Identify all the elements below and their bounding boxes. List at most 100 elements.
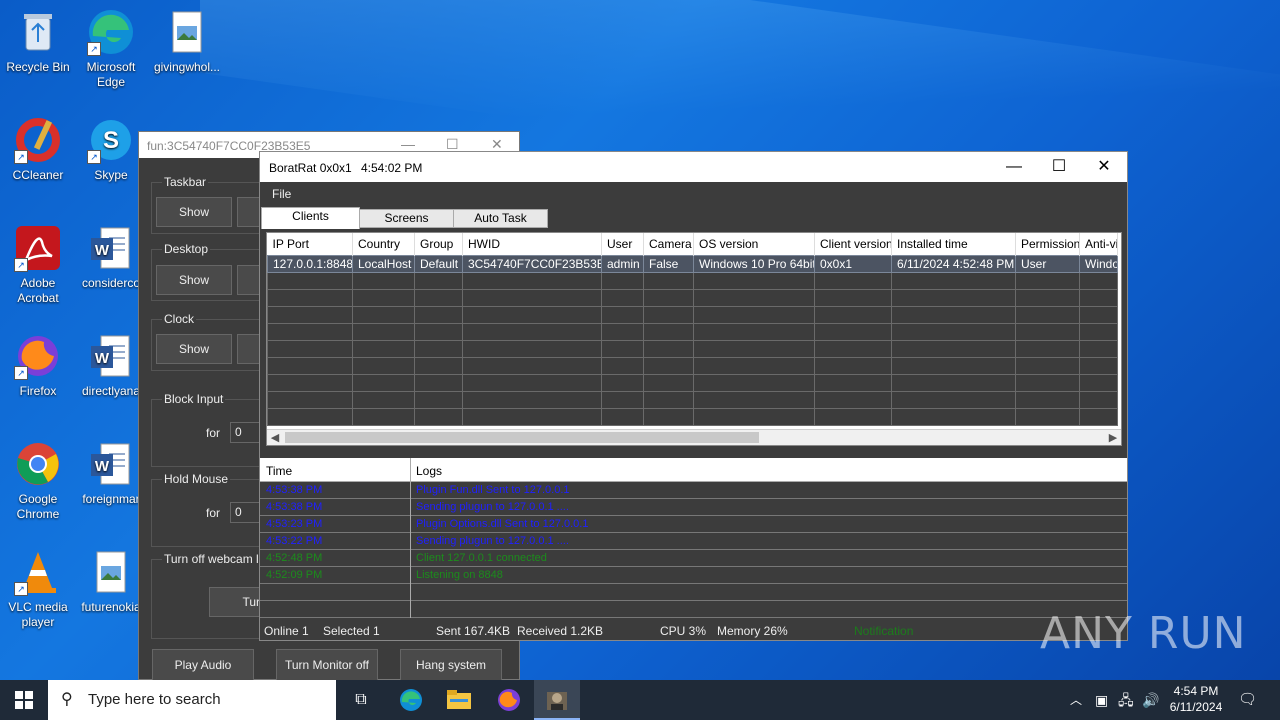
minimize-icon[interactable]: — <box>991 152 1037 182</box>
column-header[interactable]: OS version <box>693 233 815 255</box>
desktop-icon-firefox[interactable]: ↗ Firefox <box>0 332 76 399</box>
recycle-bin-icon <box>14 8 62 56</box>
log-row[interactable]: 4:52:48 PM Client 127.0.0.1 connected <box>260 550 1127 567</box>
table-cell <box>352 373 415 392</box>
status-notification[interactable]: Notification <box>854 624 913 638</box>
hang-system-button[interactable]: Hang system <box>400 649 502 682</box>
table-cell <box>693 305 815 324</box>
column-header[interactable]: Anti-viru <box>1079 233 1118 255</box>
desktop-icon-acrobat[interactable]: ↗ Adobe Acrobat <box>0 224 76 306</box>
column-header[interactable]: User <box>601 233 644 255</box>
table-cell <box>462 356 602 375</box>
column-header[interactable]: Installed time <box>891 233 1016 255</box>
turn-monitor-off-button[interactable]: Turn Monitor off <box>276 649 378 682</box>
column-header[interactable]: Country <box>352 233 415 255</box>
table-cell <box>814 339 892 358</box>
play-audio-button[interactable]: Play Audio <box>152 649 254 682</box>
table-cell <box>414 356 463 375</box>
clients-horizontal-scrollbar[interactable]: ◀ ▶ <box>267 429 1121 445</box>
windows-logo-icon <box>15 691 33 709</box>
table-cell <box>1079 305 1118 324</box>
taskbar-boratrat-icon[interactable] <box>534 680 580 720</box>
desktop-show-button[interactable]: Show <box>156 265 232 295</box>
table-row[interactable]: 127.0.0.1:8848 LocalHost Default 3C54740F7C… <box>267 254 1118 273</box>
taskbar-show-button[interactable]: Show <box>156 197 232 227</box>
desktop-icon-ccleaner[interactable]: ↗ CCleaner <box>0 116 76 183</box>
ccleaner-icon: ↗ <box>14 116 62 164</box>
image-file-icon <box>87 548 135 596</box>
start-button[interactable] <box>0 680 48 720</box>
taskbar-clock[interactable]: 4:54 PM 6/11/2024 <box>1165 680 1227 720</box>
table-cell <box>693 322 815 341</box>
log-row[interactable]: 4:53:22 PM Sending plugun to 127.0.0.1 ..… <box>260 533 1127 550</box>
table-cell <box>693 339 815 358</box>
boratrat-title: BoratRat 0x0x1 <box>269 161 352 175</box>
column-header[interactable]: Group <box>414 233 463 255</box>
column-header[interactable]: Camera <box>643 233 694 255</box>
boratrat-window[interactable]: BoratRat 0x0x1 4:54:02 PM — ☐ ✕ File Cli… <box>259 151 1128 641</box>
volume-icon[interactable]: 🔊 <box>1142 680 1162 720</box>
network-icon[interactable]: 🖧 <box>1118 680 1138 720</box>
table-cell <box>601 390 644 409</box>
taskbar-firefox-icon[interactable] <box>486 680 532 720</box>
taskbar-search-box[interactable]: ⚲ Type here to search <box>48 680 336 720</box>
table-cell <box>643 390 694 409</box>
desktop-icon-recycle-bin[interactable]: Recycle Bin <box>0 8 76 75</box>
log-message: Client 127.0.0.1 connected <box>416 552 547 564</box>
log-time: 4:52:48 PM <box>266 552 323 564</box>
boratrat-titlebar[interactable]: BoratRat 0x0x1 4:54:02 PM — ☐ ✕ <box>260 152 1127 182</box>
logs-header: Time Logs <box>260 458 1127 482</box>
column-header[interactable]: Permission <box>1015 233 1080 255</box>
desktop-icon-chrome[interactable]: Google Chrome <box>0 440 76 522</box>
block-input-seconds-field[interactable]: 0 <box>230 422 262 443</box>
table-cell <box>267 373 353 392</box>
logs-logs-column-header[interactable]: Logs <box>416 464 442 478</box>
table-cell <box>1015 271 1080 290</box>
tab-screens[interactable]: Screens <box>359 209 454 228</box>
log-row[interactable]: 4:53:23 PM Plugin Options.dll Sent to 127… <box>260 516 1127 533</box>
table-cell <box>643 322 694 341</box>
svg-text:W: W <box>95 458 110 475</box>
logs-time-column-header[interactable]: Time <box>266 464 292 478</box>
notification-center-icon[interactable]: 🗨 <box>1238 680 1258 720</box>
table-cell <box>601 373 644 392</box>
maximize-icon[interactable]: ☐ <box>1036 152 1082 182</box>
empty-table-row <box>267 390 1118 409</box>
column-header[interactable]: IP Port <box>267 233 353 255</box>
log-row[interactable]: 4:53:38 PM Plugin Fun.dll Sent to 127.0.0… <box>260 482 1127 499</box>
log-row[interactable]: 4:53:38 PM Sending plugun to 127.0.0.1 ..… <box>260 499 1127 516</box>
close-icon[interactable]: ✕ <box>1081 152 1127 182</box>
table-cell <box>267 339 353 358</box>
clients-list[interactable]: IP Port Country Group HWID User Camera OS vers… <box>266 232 1122 446</box>
task-view-icon[interactable]: ⧉ <box>338 680 384 720</box>
log-message: Sending plugun to 127.0.0.1 .... <box>416 535 569 547</box>
desktop-icon-label: givingwhol... <box>153 60 221 74</box>
desktop-icon-label: Google Chrome <box>16 492 60 521</box>
empty-table-row <box>267 339 1118 358</box>
tray-overflow-chevron-icon[interactable]: ︿ <box>1070 680 1088 720</box>
tab-auto-task[interactable]: Auto Task <box>453 209 548 228</box>
webcam-turn-off-button[interactable]: Tur <box>209 587 261 617</box>
column-header[interactable]: HWID <box>462 233 602 255</box>
shortcut-arrow-icon: ↗ <box>87 42 101 56</box>
clock-time: 4:54 PM <box>1173 684 1219 698</box>
desktop-icon-givingwhol[interactable]: givingwhol... <box>149 8 225 75</box>
taskbar-file-explorer-icon[interactable] <box>436 680 482 720</box>
logs-panel[interactable]: Time Logs 4:53:38 PM Plugin Fun.dll Sent … <box>260 458 1127 618</box>
hold-mouse-seconds-field[interactable]: 0 <box>230 502 262 523</box>
desktop-icon-vlc[interactable]: ↗ VLC media player <box>0 548 76 630</box>
scrollbar-thumb[interactable] <box>285 432 759 443</box>
minimize-icon[interactable]: — <box>401 136 415 152</box>
scroll-left-icon[interactable]: ◀ <box>267 430 283 445</box>
tab-clients[interactable]: Clients <box>261 207 360 229</box>
desktop-icon-edge[interactable]: ↗ Microsoft Edge <box>73 8 149 90</box>
taskbar-edge-icon[interactable] <box>388 680 434 720</box>
log-row[interactable]: 4:52:09 PM Listening on 8848 <box>260 567 1127 584</box>
clock-show-button[interactable]: Show <box>156 334 232 364</box>
table-cell <box>601 322 644 341</box>
menu-file[interactable]: File <box>272 187 291 201</box>
scroll-right-icon[interactable]: ▶ <box>1105 430 1121 445</box>
tray-device-icon[interactable]: ▣ <box>1095 680 1113 720</box>
image-file-icon <box>163 8 211 56</box>
column-header[interactable]: Client version <box>814 233 892 255</box>
